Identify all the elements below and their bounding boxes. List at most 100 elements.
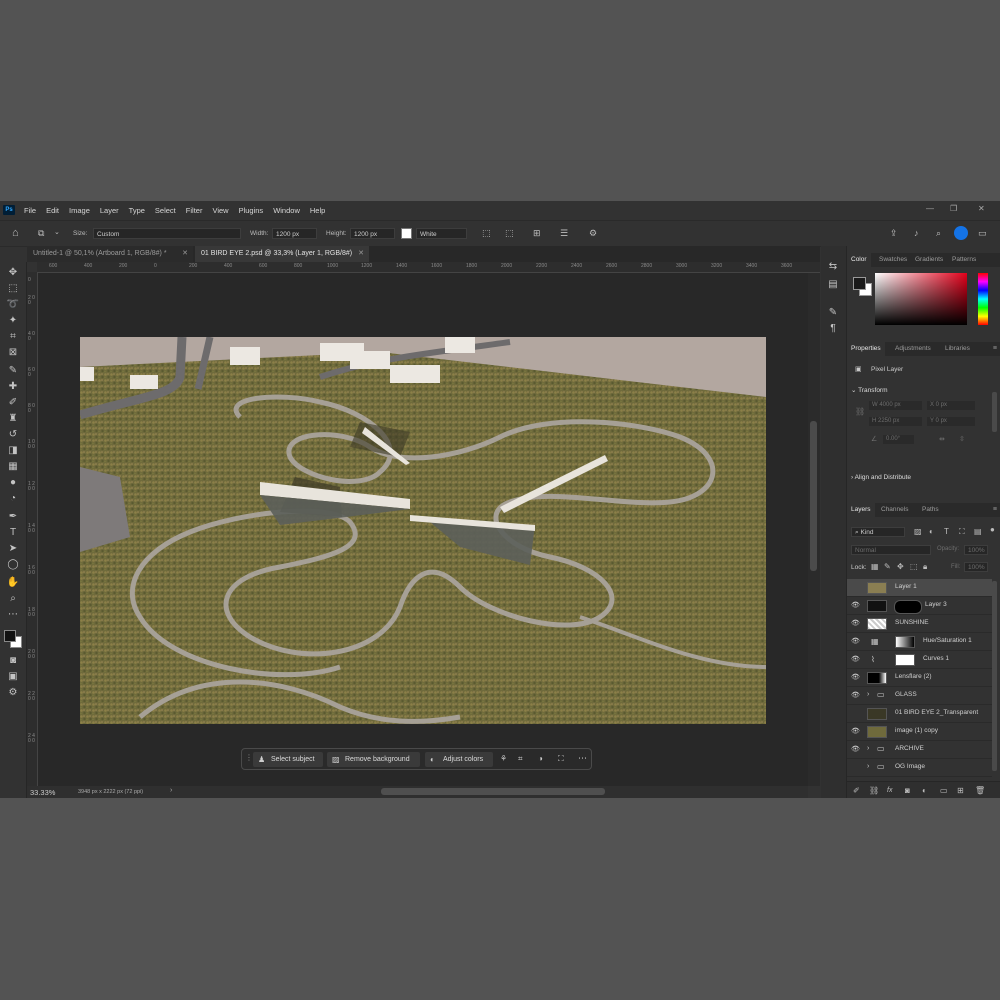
menu-image[interactable]: Image	[64, 206, 95, 215]
pen-tool-icon[interactable]: ✒	[6, 510, 20, 524]
layer-style-brush-icon[interactable]: ✐	[853, 786, 860, 796]
menu-filter[interactable]: Filter	[181, 206, 208, 215]
eye-icon[interactable]: 👁︎	[851, 602, 860, 609]
filter-smart-icon[interactable]: ▤	[974, 527, 982, 537]
brush-tool-icon[interactable]: ✐	[6, 396, 20, 410]
canvas-image[interactable]	[80, 337, 766, 724]
select-subject-button[interactable]: ♟ Select subject	[253, 752, 323, 767]
tab-adjustments[interactable]: Adjustments	[891, 342, 935, 356]
eyedropper-icon[interactable]: ✎	[6, 364, 20, 378]
chevron-right-icon[interactable]: ›	[867, 691, 869, 698]
tab-bird-eye[interactable]: 01 BIRD EYE 2.psd @ 33,3% (Layer 1, RGB/…	[195, 246, 369, 262]
fx-icon[interactable]: fx	[887, 786, 892, 796]
marquee-tool-icon[interactable]: ⬚	[6, 282, 20, 296]
tab-gradients[interactable]: Gradients	[911, 253, 947, 267]
layer-row-image-copy[interactable]: 👁︎ image (1) copy	[847, 723, 992, 741]
eye-icon[interactable]: 👁︎	[851, 656, 860, 663]
layer-filter-kind[interactable]: ⌕ Kind	[851, 527, 905, 537]
tab-libraries[interactable]: Libraries	[941, 342, 974, 356]
eye-icon[interactable]: 👁︎	[851, 638, 860, 645]
artboard-above-icon[interactable]: ⬚	[482, 228, 491, 238]
stamp-tool-icon[interactable]: ♜	[6, 412, 20, 426]
brush-settings-icon[interactable]: ✎	[826, 306, 840, 320]
transform-icon[interactable]: ⚘	[500, 754, 507, 763]
filter-shape-icon[interactable]: ⛶	[959, 527, 965, 537]
eye-icon[interactable]: 👁︎	[851, 620, 860, 627]
align-distribute-section[interactable]: › Align and Distribute	[851, 474, 911, 481]
layer-row-curves[interactable]: 👁︎ ⌇ Curves 1	[847, 651, 992, 669]
properties-scroll-thumb[interactable]	[992, 392, 997, 432]
layer-name[interactable]: Layer 3	[925, 601, 947, 608]
layer-row-lensflare[interactable]: 👁︎ Lensflare (2)	[847, 669, 992, 687]
magic-wand-icon[interactable]: ✦	[6, 314, 20, 328]
fill-select[interactable]: White	[416, 228, 467, 239]
close-icon[interactable]: ✕	[182, 246, 188, 262]
panel-menu-icon[interactable]: ≡	[993, 342, 997, 356]
shape-tool-icon[interactable]: ◯	[6, 558, 20, 572]
layer-row-sunshine[interactable]: 👁︎ SUNSHINE	[847, 615, 992, 633]
layer-name[interactable]: SUNSHINE	[895, 619, 929, 626]
restore-icon[interactable]: ❐	[950, 204, 957, 213]
tab-swatches[interactable]: Swatches	[875, 253, 911, 267]
more-icon[interactable]: ⋯	[578, 753, 587, 764]
artboard-below-icon[interactable]: ⬚	[505, 228, 514, 238]
opacity-field[interactable]: 100%	[964, 545, 988, 555]
height-field[interactable]: 1200 px	[350, 228, 395, 239]
comment-icon[interactable]: ▤	[826, 278, 840, 292]
close-icon[interactable]: ✕	[358, 246, 364, 262]
filter-type-icon[interactable]: T	[944, 527, 949, 537]
lock-position-icon[interactable]: ✥	[897, 562, 904, 572]
tab-channels[interactable]: Channels	[877, 503, 912, 517]
hand-tool-icon[interactable]: ✋	[6, 576, 20, 590]
tab-properties[interactable]: Properties	[847, 342, 885, 356]
blend-mode-select[interactable]: Normal	[851, 545, 931, 555]
crop-tool-icon[interactable]: ⌗	[6, 330, 20, 344]
eye-icon[interactable]: 👁︎	[851, 692, 860, 699]
layer-name[interactable]: Layer 1	[895, 583, 917, 590]
discover-icon[interactable]	[954, 226, 968, 240]
menu-file[interactable]: File	[19, 206, 41, 215]
lock-pixels-icon[interactable]: ✎	[884, 562, 891, 572]
new-layer-icon[interactable]: ⊞	[957, 786, 964, 796]
eye-icon[interactable]: 👁︎	[851, 674, 860, 681]
healing-brush-icon[interactable]: ✚	[6, 380, 20, 394]
filter-adjustment-icon[interactable]: ◐	[929, 527, 934, 537]
filter-toggle-icon[interactable]: ●	[990, 525, 995, 535]
search-icon[interactable]: ⌕	[936, 228, 941, 238]
gear-icon[interactable]: ⚙	[589, 228, 597, 238]
new-group-icon[interactable]: ▭	[940, 786, 948, 796]
zoom-level[interactable]: 33.33%	[30, 788, 55, 797]
layer-name[interactable]: image (1) copy	[895, 727, 938, 734]
menu-view[interactable]: View	[207, 206, 233, 215]
size-select[interactable]: Custom	[93, 228, 241, 239]
workspace-icon[interactable]: ▭	[978, 228, 987, 238]
tab-paths[interactable]: Paths	[918, 503, 943, 517]
bell-icon[interactable]: ♪	[914, 228, 919, 238]
layer-row-archive[interactable]: 👁︎ › ▭ ARCHIVE	[847, 741, 992, 759]
layer-row-glass[interactable]: 👁︎ › ▭ GLASS	[847, 687, 992, 705]
adjustment-icon[interactable]: ◑	[538, 754, 543, 763]
adjustment-layer-icon[interactable]: ◐	[922, 786, 927, 796]
eye-icon[interactable]: 👁︎	[851, 728, 860, 735]
tab-untitled-1[interactable]: Untitled-1 @ 50,1% (Artboard 1, RGB/8#) …	[27, 246, 193, 262]
menu-window[interactable]: Window	[268, 206, 305, 215]
add-artboard-icon[interactable]: ⊞	[533, 228, 541, 238]
edit-toolbar-icon[interactable]: ⚙	[6, 686, 20, 700]
share-icon[interactable]: ⇪	[890, 228, 898, 238]
layer-row-bird-eye-transparent[interactable]: 01 BIRD EYE 2_Transparent	[847, 705, 992, 723]
menu-select[interactable]: Select	[150, 206, 181, 215]
zoom-tool-icon[interactable]: ⌕	[6, 592, 20, 606]
path-select-icon[interactable]: ➤	[6, 542, 20, 556]
gradient-tool-icon[interactable]: ▦	[6, 460, 20, 474]
menu-edit[interactable]: Edit	[41, 206, 64, 215]
paragraph-icon[interactable]: ¶	[826, 322, 840, 336]
lasso-tool-icon[interactable]: ➰	[6, 298, 20, 312]
remove-background-button[interactable]: ▨ Remove background	[327, 752, 420, 767]
lock-all-icon[interactable]: 🔒︎	[923, 562, 927, 572]
fill-swatch[interactable]	[401, 228, 412, 239]
tab-color[interactable]: Color	[847, 253, 871, 267]
align-icon[interactable]: ☰	[560, 228, 568, 238]
fill-field[interactable]: 100%	[964, 562, 988, 572]
menu-layer[interactable]: Layer	[95, 206, 124, 215]
horizontal-scroll-thumb[interactable]	[381, 788, 605, 795]
